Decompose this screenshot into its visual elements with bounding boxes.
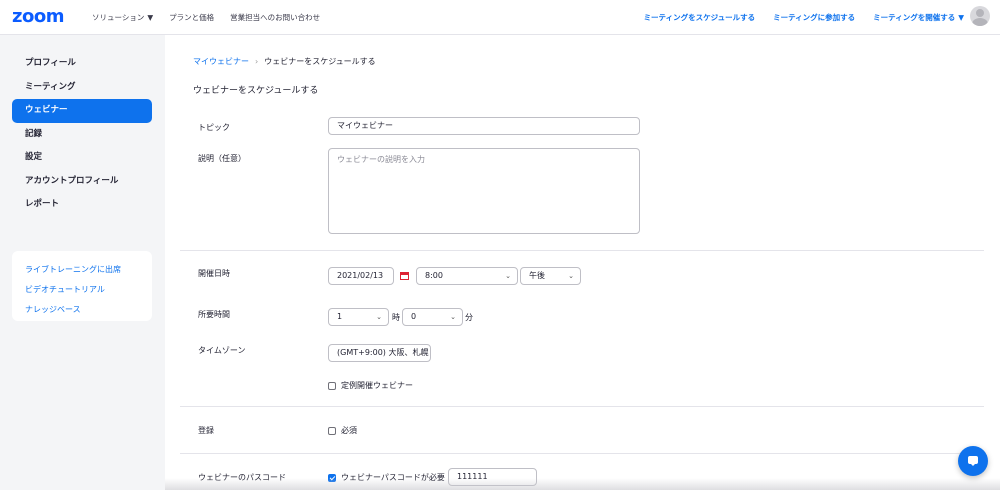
duration-hours-select[interactable]: 1 ⌄ — [328, 308, 389, 326]
description-label: 説明（任意） — [198, 154, 246, 163]
timezone-label: タイムゾーン — [198, 346, 246, 355]
chevron-down-icon: ⌄ — [418, 349, 424, 357]
recurring-checkbox-row[interactable]: 定例開催ウェビナー — [328, 380, 413, 391]
divider — [180, 453, 984, 454]
chevron-down-icon: ▼ — [147, 13, 154, 22]
nav-left: ソリューション ▼ プランと価格 営業担当へのお問い合わせ — [92, 12, 320, 23]
nav-plans-pricing[interactable]: プランと価格 — [169, 12, 214, 23]
top-nav: zoom ソリューション ▼ プランと価格 営業担当へのお問い合わせ ミーティング… — [0, 0, 1000, 35]
registration-checkbox[interactable] — [328, 426, 336, 435]
avatar[interactable] — [970, 6, 990, 26]
link-live-training[interactable]: ライブトレーニングに出席 — [12, 260, 152, 280]
nav-contact-sales[interactable]: 営業担当へのお問い合わせ — [230, 12, 320, 23]
description-textarea[interactable]: ウェビナーの説明を入力 — [328, 148, 640, 234]
breadcrumb-my-webinars[interactable]: マイウェビナー — [193, 57, 249, 66]
user-icon — [976, 9, 984, 17]
zoom-logo[interactable]: zoom — [12, 6, 64, 27]
main-content: マイウェビナー › ウェビナーをスケジュールする ウェビナーをスケジュールする トピ… — [165, 35, 1000, 490]
breadcrumb: マイウェビナー › ウェビナーをスケジュールする — [193, 56, 376, 67]
chevron-down-icon: ⌄ — [450, 313, 456, 321]
chevron-down-icon: ⌄ — [505, 272, 511, 280]
chevron-down-icon: ⌄ — [568, 272, 574, 280]
breadcrumb-current: ウェビナーをスケジュールする — [264, 57, 376, 66]
sidebar-item-account-profile[interactable]: アカウントプロフィール — [12, 170, 152, 194]
registration-checkbox-row[interactable]: 必須 — [328, 425, 357, 436]
time-select[interactable]: 8:00 ⌄ — [416, 267, 518, 285]
sidebar-item-settings[interactable]: 設定 — [12, 146, 152, 170]
sidebar-item-profile[interactable]: プロフィール — [12, 52, 152, 76]
nav-join-meeting[interactable]: ミーティングに参加する — [773, 12, 855, 23]
chat-bubble-icon — [968, 456, 978, 466]
divider — [180, 250, 984, 251]
chevron-down-icon: ▼ — [958, 13, 964, 22]
page-title: ウェビナーをスケジュールする — [193, 86, 319, 96]
ampm-select[interactable]: 午後 ⌄ — [520, 267, 581, 285]
registration-label: 登録 — [198, 426, 214, 435]
nav-right: ミーティングをスケジュールする ミーティングに参加する ミーティングを開催する ▼ — [644, 12, 964, 23]
minutes-unit: 分 — [465, 313, 473, 322]
timezone-select[interactable]: (GMT+9:00) 大阪、札幌 ⌄ — [328, 344, 431, 362]
recurring-checkbox[interactable] — [328, 381, 336, 390]
calendar-icon[interactable] — [400, 272, 409, 280]
scroll-fade — [165, 478, 1000, 490]
nav-host-meeting[interactable]: ミーティングを開催する ▼ — [873, 12, 964, 23]
sidebar-item-webinars[interactable]: ウェビナー — [12, 99, 152, 123]
sidebar-item-recordings[interactable]: 記録 — [12, 123, 152, 147]
sidebar: プロフィール ミーティング ウェビナー 記録 設定 アカウントプロフィール レポ… — [0, 35, 165, 490]
date-input[interactable]: 2021/02/13 — [328, 267, 394, 285]
datetime-label: 開催日時 — [198, 269, 230, 278]
sidebar-item-reports[interactable]: レポート — [12, 193, 152, 217]
sidebar-menu: プロフィール ミーティング ウェビナー 記録 設定 アカウントプロフィール レポ… — [12, 52, 152, 217]
sidebar-item-meetings[interactable]: ミーティング — [12, 76, 152, 100]
sidebar-help-links: ライブトレーニングに出席 ビデオチュートリアル ナレッジベース — [12, 251, 152, 321]
topic-label: トピック — [198, 123, 230, 132]
breadcrumb-separator: › — [255, 57, 259, 66]
link-video-tutorials[interactable]: ビデオチュートリアル — [12, 280, 152, 300]
duration-minutes-select[interactable]: 0 ⌄ — [402, 308, 463, 326]
nav-schedule-meeting[interactable]: ミーティングをスケジュールする — [644, 12, 756, 23]
chat-button[interactable] — [958, 446, 988, 476]
topic-input[interactable]: マイウェビナー — [328, 117, 640, 135]
divider — [180, 406, 984, 407]
duration-label: 所要時間 — [198, 310, 230, 319]
chevron-down-icon: ⌄ — [376, 313, 382, 321]
nav-solutions[interactable]: ソリューション ▼ — [92, 12, 153, 23]
hours-unit: 時 — [392, 313, 400, 322]
link-knowledge-base[interactable]: ナレッジベース — [12, 300, 152, 320]
